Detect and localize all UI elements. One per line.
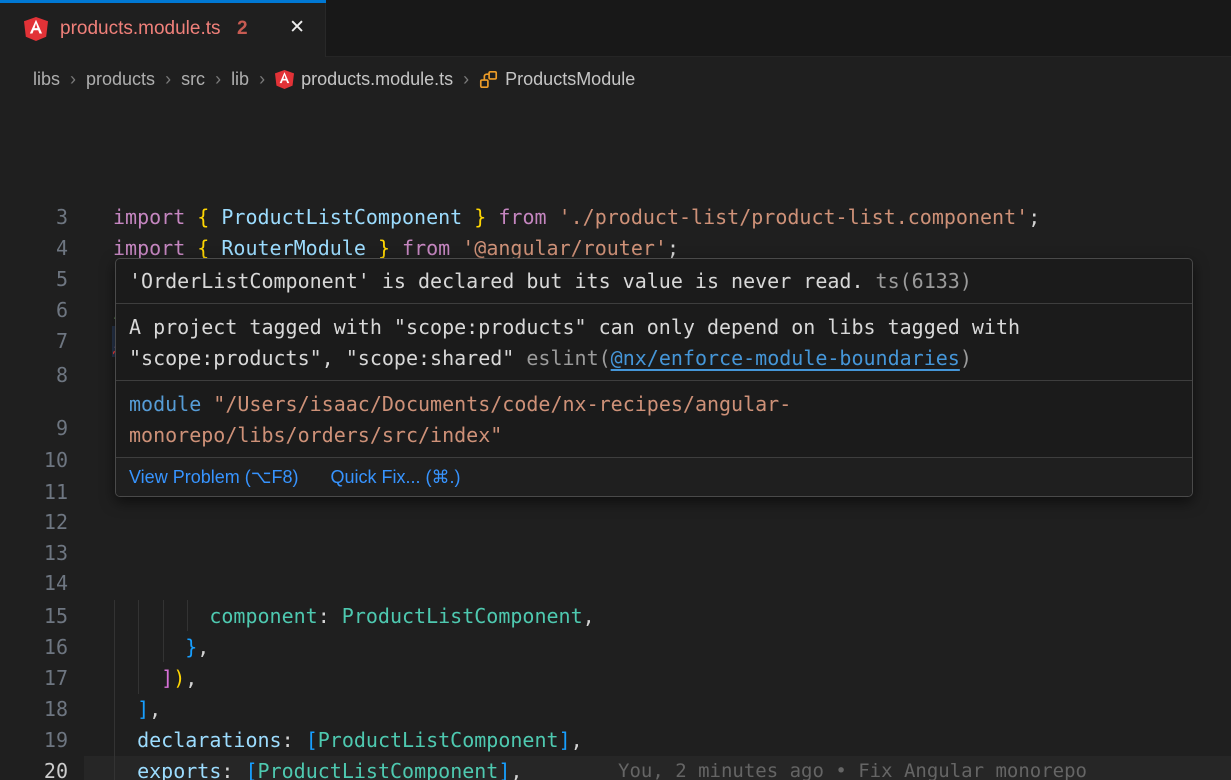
hover-line: "scope:products", "scope:shared" eslint(… [129, 343, 1192, 374]
breadcrumb-label: libs [33, 69, 60, 90]
code-text: exports: [ProductListComponent], [113, 756, 522, 780]
code-line-19[interactable]: 19 declarations: [ProductListComponent], [0, 725, 1231, 756]
breadcrumb-label: src [181, 69, 205, 90]
code-line-12[interactable]: 12 [0, 507, 1231, 538]
line-number: 15 [0, 601, 68, 632]
tab-problem-badge: 2 [237, 0, 248, 57]
code-line-13[interactable]: 13 [0, 538, 1231, 569]
breadcrumb-separator: › [215, 69, 221, 90]
line-number: 9 [0, 413, 68, 444]
line-number: 12 [0, 507, 68, 538]
hover-sections: 'OrderListComponent' is declared but its… [116, 259, 1192, 458]
code-text: }, [113, 632, 209, 663]
code-text: import { ProductListComponent } from './… [113, 202, 1040, 233]
hover-section-module-info: module "/Users/isaac/Documents/code/nx-r… [116, 381, 1192, 458]
angular-icon [275, 70, 294, 89]
line-number: 19 [0, 725, 68, 756]
breadcrumb-label: products.module.ts [301, 69, 453, 90]
code-line-16[interactable]: 16 }, [0, 632, 1231, 663]
tab-products-module[interactable]: products.module.ts 2 ✕ [0, 0, 326, 57]
line-number: 11 [0, 477, 68, 508]
line-number: 13 [0, 538, 68, 569]
breadcrumb-label: lib [231, 69, 249, 90]
breadcrumb-item-libs[interactable]: libs [33, 69, 60, 90]
hover-line: module "/Users/isaac/Documents/code/nx-r… [129, 389, 1192, 420]
breadcrumb-item-productsmodule[interactable]: ProductsModule [479, 69, 635, 90]
hover-section-eslint-error: A project tagged with "scope:products" c… [116, 304, 1192, 381]
error-hover-popup: 'OrderListComponent' is declared but its… [115, 258, 1193, 497]
view-problem-button[interactable]: View Problem (⌥F8) [129, 467, 298, 488]
line-number: 10 [0, 445, 68, 476]
line-number: 5 [0, 264, 68, 295]
git-blame-annotation: You, 2 minutes ago • Fix Angular monorep… [618, 756, 1087, 780]
hover-actions-row: View Problem (⌥F8) Quick Fix... (⌘.) [116, 458, 1192, 496]
line-number: 4 [0, 233, 68, 264]
line-number: 14 [0, 568, 68, 599]
close-icon[interactable]: ✕ [289, 0, 305, 57]
hover-line: A project tagged with "scope:products" c… [129, 312, 1192, 343]
line-number: 3 [0, 202, 68, 233]
line-number: 8 [0, 360, 68, 391]
hover-section-ts-error: 'OrderListComponent' is declared but its… [116, 259, 1192, 304]
code-line-3[interactable]: 3 import { ProductListComponent } from '.… [0, 202, 1231, 233]
code-line-14[interactable]: 14 [0, 568, 1231, 599]
breadcrumb-separator: › [259, 69, 265, 90]
breadcrumb-separator: › [165, 69, 171, 90]
quick-fix-button[interactable]: Quick Fix... (⌘.) [330, 467, 460, 488]
code-text: ]), [113, 663, 197, 694]
tab-bar: products.module.ts 2 ✕ [0, 0, 1231, 57]
breadcrumb-label: ProductsModule [505, 69, 635, 90]
code-text: declarations: [ProductListComponent], [113, 725, 583, 756]
hover-line: 'OrderListComponent' is declared but its… [129, 259, 1192, 304]
breadcrumb-item-products[interactable]: products [86, 69, 155, 90]
line-number: 16 [0, 632, 68, 663]
line-number: 7 [0, 326, 68, 357]
breadcrumb-label: products [86, 69, 155, 90]
line-number: 18 [0, 694, 68, 725]
line-number: 20 [0, 756, 68, 780]
line-number: 6 [0, 295, 68, 326]
code-line-15[interactable]: 15 component: ProductListComponent, [0, 601, 1231, 632]
code-line-17[interactable]: 17 ]), [0, 663, 1231, 694]
code-text: component: ProductListComponent, [113, 601, 595, 632]
hover-line: monorepo/libs/orders/src/index" [129, 420, 1192, 451]
line-number: 17 [0, 663, 68, 694]
breadcrumb-separator: › [70, 69, 76, 90]
code-line-18[interactable]: 18 ], [0, 694, 1231, 725]
breadcrumb-separator: › [463, 69, 469, 90]
angular-icon [24, 17, 48, 41]
breadcrumb-item-lib[interactable]: lib [231, 69, 249, 90]
breadcrumb-item-products-module-ts[interactable]: products.module.ts [275, 69, 453, 90]
vscode-window: products.module.ts 2 ✕ libs › products › src… [0, 0, 1231, 780]
class-symbol-icon [479, 70, 498, 89]
breadcrumb-item-src[interactable]: src [181, 69, 205, 90]
code-text: ], [113, 694, 161, 725]
eslint-rule-link[interactable]: @nx/enforce-module-boundaries [611, 346, 960, 370]
breadcrumb: libs › products › src › lib › products.module.ts… [0, 58, 1231, 100]
tab-title: products.module.ts [60, 0, 221, 57]
